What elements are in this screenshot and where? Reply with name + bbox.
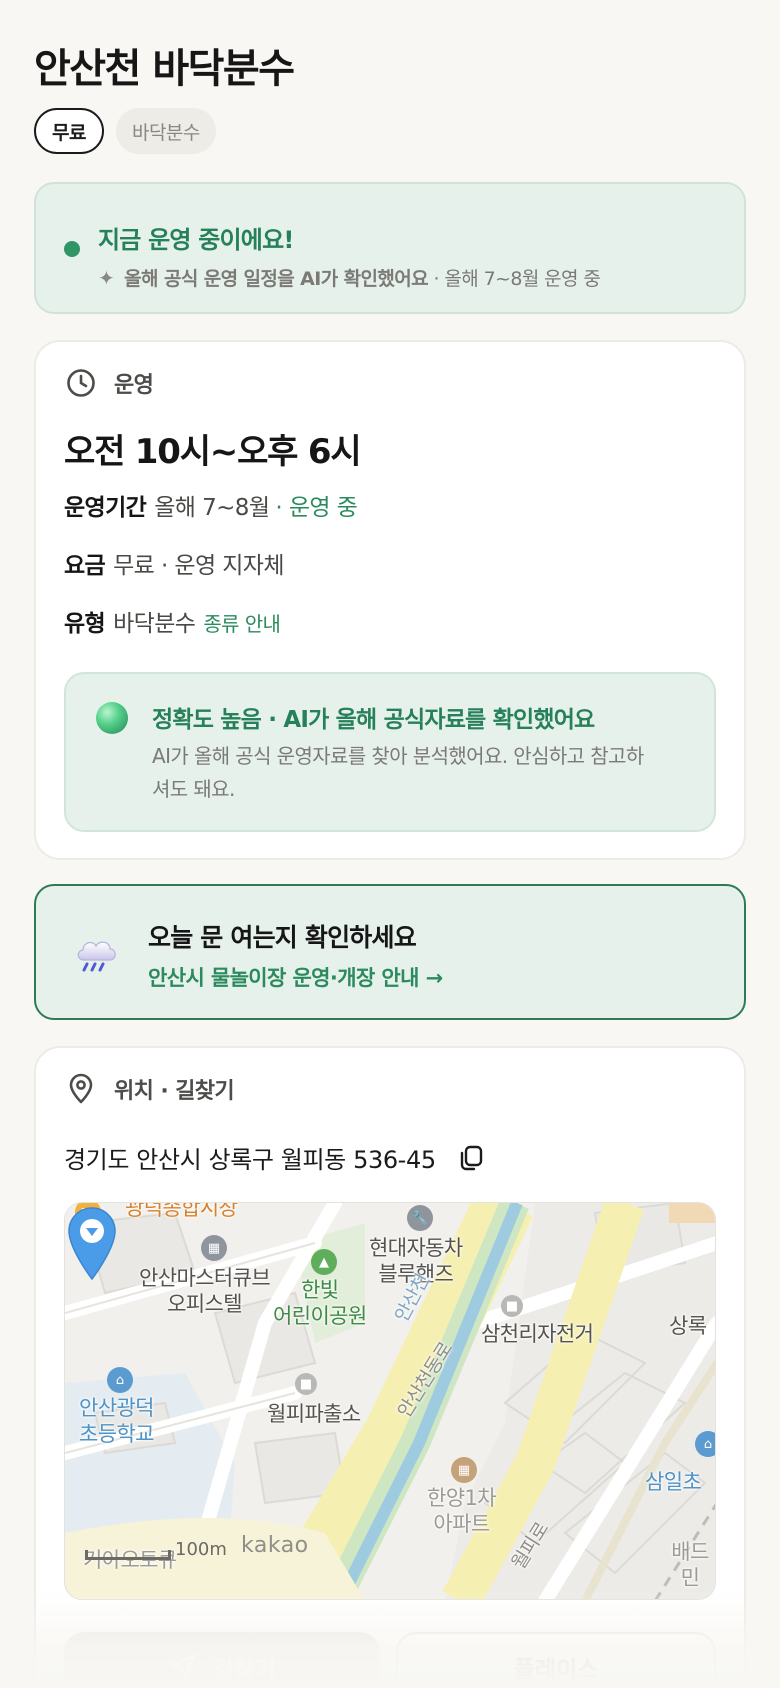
- accuracy-description: AI가 올해 공식 운영자료를 찾아 분석했어요. 안심하고 참고하셔도 돼요.: [152, 744, 644, 801]
- type-guide-link[interactable]: 종류 안내: [203, 608, 281, 637]
- place-button[interactable]: 플레이스: [396, 1632, 716, 1688]
- address-row: 경기도 안산시 상록구 월피동 536-45: [64, 1140, 486, 1175]
- type-row: 유형 바닥분수 종류 안내: [64, 604, 281, 638]
- page-title: 안산천 바닥분수: [34, 46, 295, 92]
- accuracy-title: 정확도 높음 · AI가 올해 공식자료를 확인했어요: [152, 707, 595, 733]
- map-scale: 100m: [85, 1539, 227, 1560]
- operation-info-link[interactable]: 안산시 물놀이장 운영·개장 안내 →: [148, 962, 443, 992]
- status-sub-rest: · 올해 7~8월 운영 중: [433, 268, 601, 290]
- operation-card: 운영 오전 10시~오후 6시 운영기간 올해 7~8월 · 운영 중 요금 무…: [34, 340, 746, 860]
- map-label-office: 안산마스터큐브 오피스텔: [139, 1266, 271, 1316]
- fee-value: 무료 · 운영 지자체: [113, 553, 284, 579]
- location-card: 위치 · 길찾기 경기도 안산시 상록구 월피동 536-45 🔧 ▦ ▲ ■ …: [34, 1046, 746, 1688]
- map-scale-bar: [85, 1550, 171, 1560]
- status-subtitle: ✦ 올해 공식 운영 일정을 AI가 확인했어요 · 올해 7~8월 운영 중: [98, 264, 601, 291]
- police-icon: ■: [295, 1373, 317, 1395]
- chip-category[interactable]: 바닥분수: [115, 108, 216, 154]
- building-icon: ▦: [201, 1235, 227, 1261]
- open-check-title: 오늘 문 여는지 확인하세요: [148, 923, 417, 952]
- map-label-bike: 삼천리자전거: [481, 1322, 594, 1346]
- location-map[interactable]: 🔧 ▦ ▲ ■ ⌂ ■ ▦ ⌂ 24 광덕종합시장 CU 안산마스터큐브 오피스…: [64, 1202, 716, 1600]
- map-label-school: 안산광덕 초등학교: [79, 1396, 154, 1446]
- chip-free[interactable]: 무료: [34, 108, 104, 154]
- ai-orb-icon: [96, 702, 128, 734]
- open-check-banner[interactable]: 오늘 문 여는지 확인하세요 안산시 물놀이장 운영·개장 안내 →: [34, 884, 746, 1020]
- location-button-row: 길찾기 플레이스: [64, 1632, 716, 1688]
- map-label-corner: 상록: [669, 1314, 707, 1338]
- rain-cloud-icon: [77, 941, 116, 972]
- map-label-police: 월피파출소: [267, 1402, 361, 1426]
- place-label: 플레이스: [513, 1657, 599, 1683]
- status-title: 지금 운영 중이에요!: [98, 226, 294, 254]
- status-banner: 지금 운영 중이에요! ✦ 올해 공식 운영 일정을 AI가 확인했어요 · 올…: [34, 182, 746, 314]
- status-sub-bold: 올해 공식 운영 일정을 AI가 확인했어요: [124, 268, 429, 290]
- clock-icon: [67, 369, 95, 397]
- sparkle-icon: ✦: [98, 265, 115, 290]
- period-row: 운영기간 올해 7~8월 · 운영 중: [64, 488, 358, 522]
- period-key: 운영기간: [64, 495, 147, 521]
- location-heading-label: 위치 · 길찾기: [114, 1079, 235, 1104]
- school-icon: ⌂: [107, 1367, 133, 1393]
- period-value: 올해 7~8월: [154, 495, 270, 521]
- location-heading: 위치 · 길찾기: [64, 1072, 235, 1106]
- status-dot: [64, 241, 80, 257]
- chip-list: 무료 바닥분수: [34, 108, 216, 154]
- map-pin-icon[interactable]: [65, 1203, 119, 1281]
- car-service-icon: 🔧: [407, 1205, 433, 1231]
- apartment-icon: ▦: [451, 1457, 477, 1483]
- store-icon: ■: [501, 1295, 523, 1317]
- map-brand-logo: kakao: [241, 1533, 309, 1558]
- operation-heading: 운영: [64, 366, 154, 400]
- map-label-bottom-right: 배드민: [671, 1540, 709, 1590]
- map-scale-label: 100m: [175, 1539, 227, 1560]
- accuracy-box: 정확도 높음 · AI가 올해 공식자료를 확인했어요 AI가 올해 공식 운영…: [64, 672, 716, 832]
- location-pin-icon: [69, 1073, 93, 1104]
- map-label-apartment: 한양1차 아파트: [427, 1486, 497, 1536]
- type-value: 바닥분수: [113, 611, 196, 637]
- period-status: · 운영 중: [275, 495, 358, 521]
- type-key: 유형: [64, 611, 106, 637]
- navigation-arrow-icon: [170, 1654, 196, 1680]
- address-text: 경기도 안산시 상록구 월피동 536-45: [64, 1146, 436, 1174]
- map-label-market: 광덕종합시장: [125, 1202, 238, 1220]
- map-label-school2: 삼일초: [645, 1470, 702, 1494]
- school2-icon: ⌂: [695, 1431, 715, 1457]
- directions-label: 길찾기: [212, 1657, 276, 1683]
- fee-row: 요금 무료 · 운영 지자체: [64, 546, 284, 580]
- page: 안산천 바닥분수 무료 바닥분수 지금 운영 중이에요! ✦ 올해 공식 운영 …: [0, 0, 780, 1688]
- directions-button[interactable]: 길찾기: [64, 1632, 380, 1688]
- operating-hours: 오전 10시~오후 6시: [64, 432, 362, 472]
- park-icon: ▲: [311, 1249, 337, 1275]
- copy-icon[interactable]: [456, 1143, 486, 1173]
- fee-key: 요금: [64, 553, 106, 579]
- operation-heading-label: 운영: [114, 373, 154, 398]
- map-label-park: 한빛 어린이공원: [273, 1278, 367, 1328]
